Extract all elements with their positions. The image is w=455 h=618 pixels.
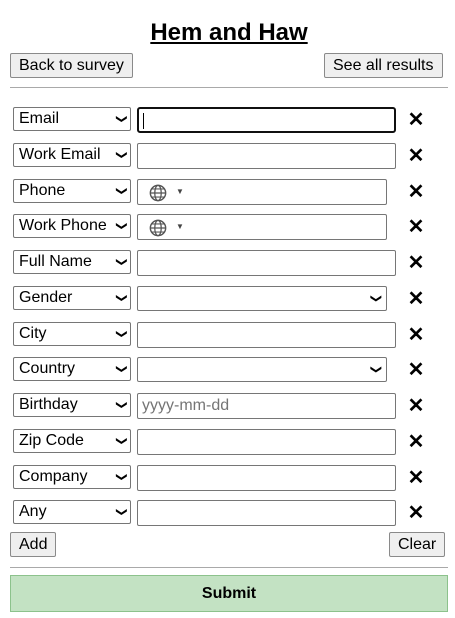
remove-row-icon[interactable]: ✕	[406, 143, 426, 169]
field-row: Birthday ❯ yyyy-mm-dd ✕	[0, 393, 455, 419]
field-type-label: Company	[19, 468, 88, 485]
chevron-down-icon: ❯	[115, 293, 128, 303]
chevron-down-icon: ❯	[369, 364, 382, 375]
field-type-label: City	[19, 325, 47, 342]
chevron-down-icon: ❯	[369, 293, 382, 304]
field-row: Phone ❯ ▼ ✕	[0, 179, 455, 205]
remove-row-icon[interactable]: ✕	[406, 322, 426, 348]
field-type-label: Country	[19, 360, 76, 377]
clear-button[interactable]: Clear	[389, 532, 446, 557]
phone-input[interactable]: ▼	[137, 179, 387, 205]
chevron-down-icon: ❯	[115, 221, 128, 231]
field-type-label: Work Phone	[19, 217, 107, 234]
remove-row-icon[interactable]: ✕	[406, 214, 426, 240]
value-select[interactable]: ❯	[137, 286, 387, 311]
field-row: Country ❯ ❯ ✕	[0, 357, 455, 383]
chevron-down-icon: ❯	[115, 257, 128, 267]
remove-row-icon[interactable]: ✕	[406, 500, 426, 526]
globe-icon[interactable]	[149, 184, 167, 202]
value-input[interactable]	[137, 500, 396, 526]
chevron-down-icon: ❯	[115, 150, 128, 160]
value-input[interactable]	[137, 429, 396, 455]
chevron-down-icon: ❯	[115, 114, 128, 124]
remove-row-icon[interactable]: ✕	[406, 286, 426, 312]
remove-row-icon[interactable]: ✕	[406, 107, 426, 133]
chevron-down-icon: ❯	[115, 400, 128, 410]
field-type-select[interactable]: Country ❯	[13, 357, 131, 381]
value-select[interactable]: ❯	[137, 357, 387, 382]
value-input[interactable]	[137, 322, 396, 348]
field-type-select[interactable]: Work Email ❯	[13, 143, 131, 167]
value-input[interactable]	[137, 465, 396, 491]
field-row: Full Name ❯ ✕	[0, 250, 455, 276]
field-row: Any ❯ ✕	[0, 500, 455, 526]
country-code-caret-icon: ▼	[176, 187, 184, 196]
remove-row-icon[interactable]: ✕	[406, 357, 426, 383]
field-type-select[interactable]: Email ❯	[13, 107, 131, 131]
field-type-select[interactable]: Full Name ❯	[13, 250, 131, 274]
field-type-label: Full Name	[19, 253, 92, 270]
remove-row-icon[interactable]: ✕	[406, 429, 426, 455]
chevron-down-icon: ❯	[115, 186, 128, 196]
field-row: Gender ❯ ❯ ✕	[0, 286, 455, 312]
field-type-select[interactable]: Any ❯	[13, 500, 131, 524]
bottom-divider	[10, 567, 448, 568]
chevron-down-icon: ❯	[115, 436, 128, 446]
remove-row-icon[interactable]: ✕	[406, 250, 426, 276]
field-type-label: Phone	[19, 182, 66, 199]
chevron-down-icon: ❯	[115, 364, 128, 374]
field-type-label: Work Email	[19, 146, 101, 163]
field-type-select[interactable]: Phone ❯	[13, 179, 131, 203]
top-divider	[10, 87, 448, 88]
field-type-label: Zip Code	[19, 432, 84, 449]
field-row: Work Email ❯ ✕	[0, 143, 455, 169]
page-title: Hem and Haw	[150, 19, 308, 46]
submit-button[interactable]: Submit	[10, 575, 448, 612]
value-input[interactable]: yyyy-mm-dd	[137, 393, 396, 419]
phone-input[interactable]: ▼	[137, 214, 387, 240]
field-row: Work Phone ❯ ▼ ✕	[0, 214, 455, 240]
field-row: Zip Code ❯ ✕	[0, 429, 455, 455]
chevron-down-icon: ❯	[115, 329, 128, 339]
field-row: City ❯ ✕	[0, 322, 455, 348]
field-type-label: Any	[19, 503, 47, 520]
remove-row-icon[interactable]: ✕	[406, 465, 426, 491]
field-type-select[interactable]: Gender ❯	[13, 286, 131, 310]
value-input[interactable]	[137, 250, 396, 276]
value-input[interactable]	[137, 143, 396, 169]
field-type-select[interactable]: Work Phone ❯	[13, 214, 131, 238]
field-type-label: Gender	[19, 289, 73, 306]
field-type-label: Email	[19, 110, 60, 127]
add-row-button[interactable]: Add	[10, 532, 57, 557]
value-placeholder: yyyy-mm-dd	[142, 397, 230, 414]
text-caret	[143, 113, 144, 129]
country-code-caret-icon: ▼	[176, 222, 184, 231]
remove-row-icon[interactable]: ✕	[406, 179, 426, 205]
field-type-select[interactable]: Company ❯	[13, 465, 131, 489]
field-type-select[interactable]: City ❯	[13, 322, 131, 346]
remove-row-icon[interactable]: ✕	[406, 393, 426, 419]
value-input[interactable]	[137, 107, 396, 133]
globe-icon[interactable]	[149, 219, 167, 237]
field-type-select[interactable]: Zip Code ❯	[13, 429, 131, 453]
field-row: Email ❯ ✕	[0, 107, 455, 133]
chevron-down-icon: ❯	[115, 507, 128, 517]
field-type-select[interactable]: Birthday ❯	[13, 393, 131, 417]
back-to-survey-button[interactable]: Back to survey	[10, 53, 133, 78]
field-type-label: Birthday	[19, 396, 78, 413]
field-row: Company ❯ ✕	[0, 465, 455, 491]
chevron-down-icon: ❯	[115, 472, 128, 482]
see-all-results-button[interactable]: See all results	[324, 53, 443, 78]
